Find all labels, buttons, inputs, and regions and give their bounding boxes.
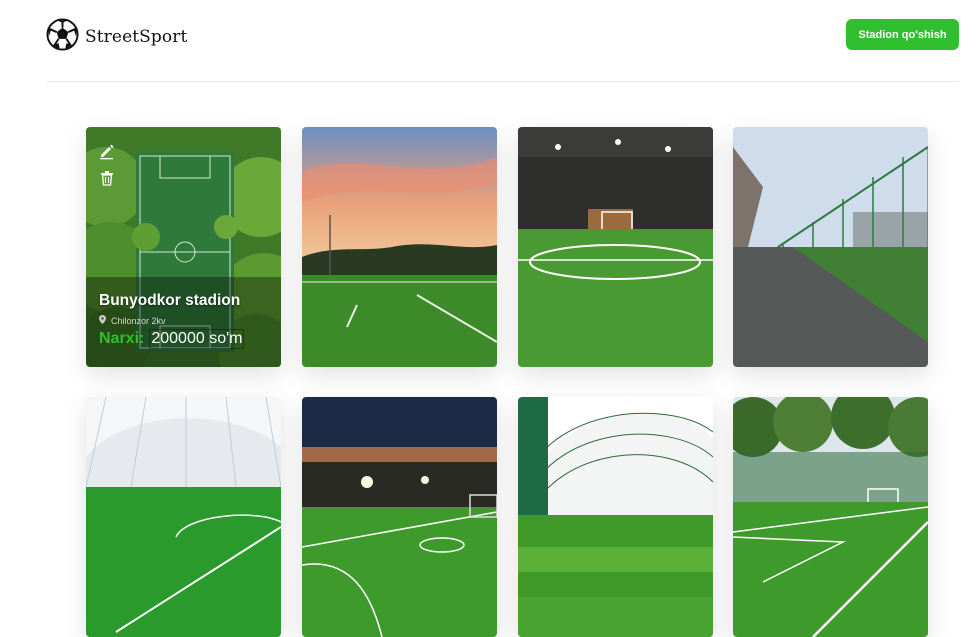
brand-name: StreetSport — [85, 27, 188, 47]
stadium-photo — [518, 127, 713, 367]
stadium-photo — [302, 397, 497, 637]
stadium-card[interactable] — [86, 397, 281, 637]
trash-icon[interactable] — [99, 170, 115, 186]
stadium-card[interactable] — [302, 127, 497, 367]
stadium-name: Bunyodkor stadion — [99, 292, 241, 309]
price-row: Narxi: 200000 so'm — [99, 329, 245, 349]
stadium-photo — [733, 127, 928, 367]
price-value: 200000 so'm — [149, 329, 245, 349]
location-text: Chilonzor 2kv — [111, 315, 166, 326]
header: StreetSport Stadion qo'shish — [0, 0, 979, 82]
stadium-card[interactable]: Bunyodkor stadion Chilonzor 2kv Narxi: 2… — [86, 127, 281, 367]
header-divider — [47, 81, 959, 82]
stadium-card[interactable] — [302, 397, 497, 637]
edit-icon[interactable] — [99, 144, 115, 160]
stadium-card[interactable] — [518, 127, 713, 367]
location-pin-icon — [99, 315, 106, 326]
stadium-photo — [733, 397, 928, 637]
stadium-location: Chilonzor 2kv — [99, 315, 244, 326]
soccer-ball-icon — [46, 18, 79, 56]
stadium-photo — [518, 397, 713, 637]
card-info: Bunyodkor stadion Chilonzor 2kv Narxi: 2… — [99, 292, 245, 349]
stadium-photo — [86, 397, 281, 637]
price-label: Narxi: — [99, 330, 145, 347]
stadium-card[interactable] — [518, 397, 713, 637]
stadium-card[interactable] — [733, 397, 928, 637]
brand-logo[interactable]: StreetSport — [46, 18, 187, 56]
stadium-card[interactable] — [733, 127, 928, 367]
add-stadium-button[interactable]: Stadion qo'shish — [846, 19, 959, 50]
card-actions — [99, 144, 115, 186]
stadium-photo — [302, 127, 497, 367]
